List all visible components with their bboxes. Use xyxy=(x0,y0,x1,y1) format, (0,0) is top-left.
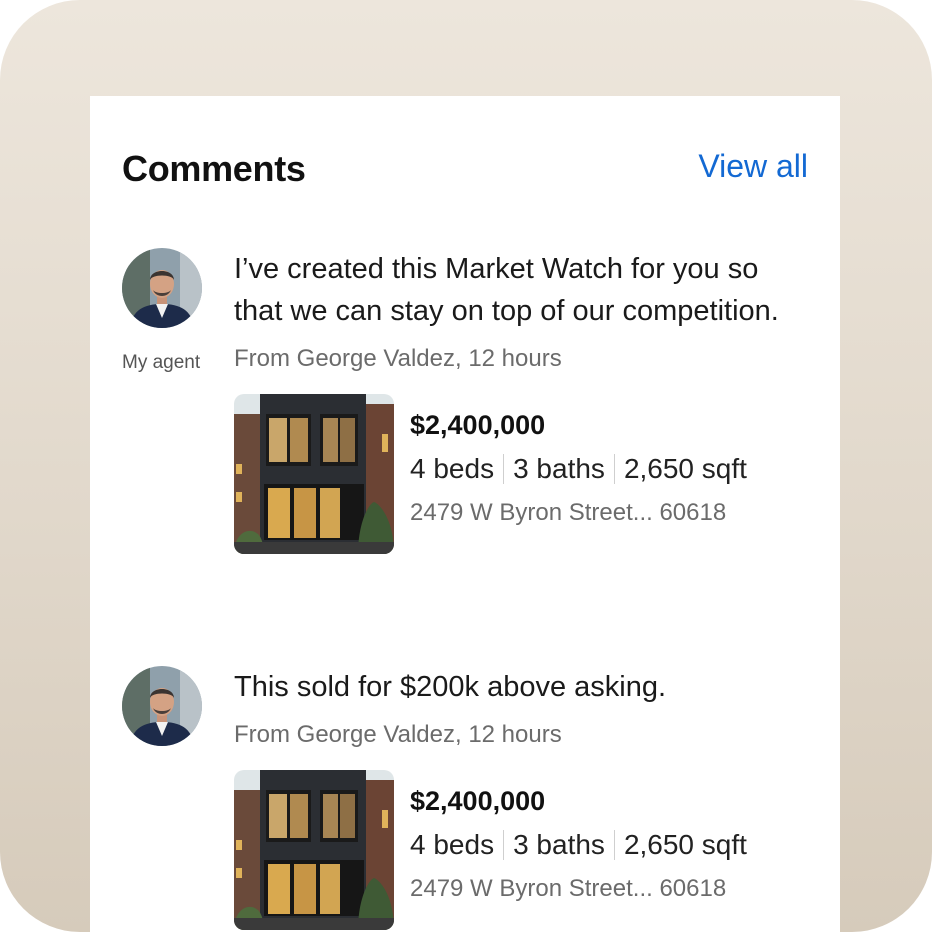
comment-message: I’ve created this Market Watch for you s… xyxy=(234,253,779,327)
listing-sqft: 2,650 sqft xyxy=(623,453,747,484)
listing-baths: 3 baths xyxy=(513,829,605,860)
agent-label: My agent xyxy=(122,352,201,373)
listing-beds: 4 beds xyxy=(410,453,495,484)
listing-sqft: 2,650 sqft xyxy=(623,829,747,860)
agent-avatar[interactable] xyxy=(122,248,202,328)
listing-card[interactable]: $2,400,000 4 beds 3 baths 2,650 sqft 247… xyxy=(234,394,814,554)
comment-message: This sold for $200k above asking. xyxy=(234,671,667,703)
spec-divider xyxy=(503,454,505,484)
listing-photo[interactable] xyxy=(234,770,394,930)
view-all-link[interactable]: View all xyxy=(698,148,808,185)
listing-card[interactable]: $2,400,000 4 beds 3 baths 2,650 sqft 247… xyxy=(234,770,814,930)
device-frame: Comments View all My agent I’ve created … xyxy=(0,0,932,932)
listing-specs: 4 beds 3 baths 2,650 sqft xyxy=(410,452,747,486)
spec-divider xyxy=(613,454,615,484)
listing-info: $2,400,000 4 beds 3 baths 2,650 sqft 247… xyxy=(410,408,747,528)
spec-divider xyxy=(613,830,615,860)
comment-meta: From George Valdez, 12 hours xyxy=(234,721,562,748)
listing-address: 2479 W Byron Street... 60618 xyxy=(410,875,727,902)
section-title: Comments xyxy=(122,148,306,189)
comment-meta: From George Valdez, 12 hours xyxy=(234,345,562,372)
comment-body: I’ve created this Market Watch for you s… xyxy=(234,248,814,554)
spec-divider xyxy=(503,830,505,860)
listing-beds: 4 beds xyxy=(410,829,495,860)
listing-photo[interactable] xyxy=(234,394,394,554)
listing-price: $2,400,000 xyxy=(410,410,546,440)
listing-baths: 3 baths xyxy=(513,453,605,484)
agent-avatar[interactable] xyxy=(122,666,202,746)
listing-info: $2,400,000 4 beds 3 baths 2,650 sqft 247… xyxy=(410,784,747,904)
listing-address: 2479 W Byron Street... 60618 xyxy=(410,499,727,526)
listing-specs: 4 beds 3 baths 2,650 sqft xyxy=(410,828,747,862)
listing-price: $2,400,000 xyxy=(410,786,546,816)
comments-card: Comments View all My agent I’ve created … xyxy=(90,96,840,932)
comment-body: This sold for $200k above asking. From G… xyxy=(234,666,814,930)
